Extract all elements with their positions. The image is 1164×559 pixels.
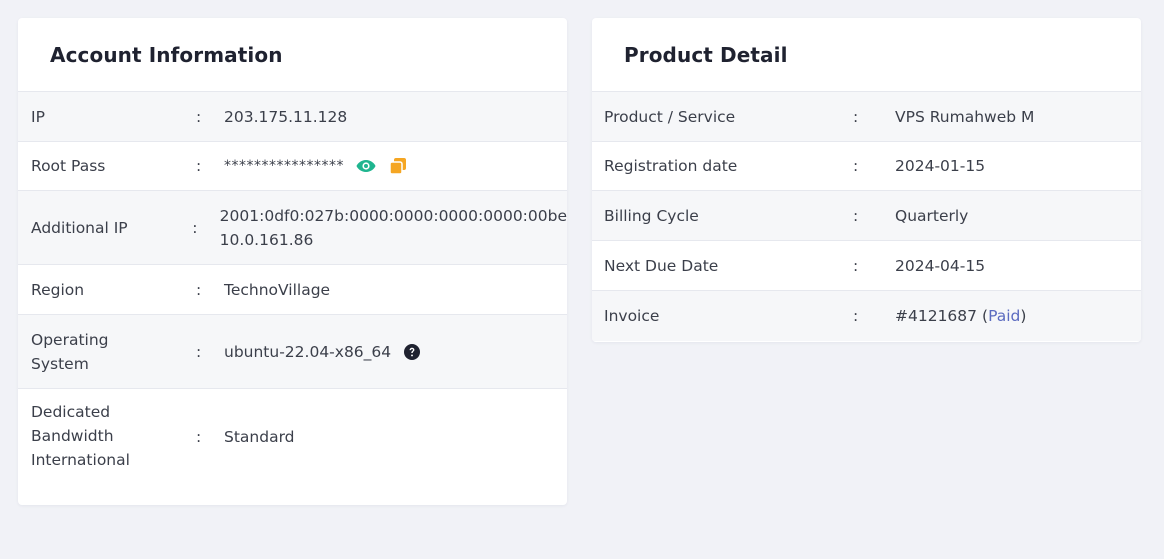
operating-system-label: Operating System [18,328,196,376]
registration-date-row: Registration date : 2024-01-15 [592,142,1141,191]
invoice-status-link[interactable]: Paid [988,304,1020,328]
operating-system-label-line: Operating [31,330,109,349]
separator: : [196,428,202,446]
root-pass-value-group: **************** [224,154,567,178]
billing-cycle-row: Billing Cycle : Quarterly [592,191,1141,241]
product-detail-header: Product Detail [592,18,1141,92]
additional-ip-row: Additional IP : 2001:0df0:027b:0000:0000… [18,191,567,265]
billing-cycle-label: Billing Cycle [604,206,699,225]
operating-system-label-line: System [31,354,89,373]
account-information-card: Account Information IP : 203.175.11.128 … [18,18,567,505]
invoice-row: Invoice : #4121687 ( Paid ) [592,291,1141,341]
separator: : [196,157,202,175]
separator: : [853,206,859,225]
invoice-number: #4121687 [895,307,978,325]
copy-icon[interactable] [389,157,407,175]
product-detail-title: Product Detail [624,42,788,67]
dedicated-bandwidth-row: Dedicated Bandwidth International : Stan… [18,389,567,503]
dedicated-bandwidth-label: Dedicated Bandwidth International [18,400,196,472]
ip-row: IP : 203.175.11.128 [18,92,567,142]
separator: : [196,342,202,361]
separator: : [853,307,859,325]
separator: : [853,157,859,175]
dedicated-bandwidth-label-line: Bandwidth [31,427,114,445]
additional-ip-values: 2001:0df0:027b:0000:0000:0000:0000:00be … [220,204,567,252]
next-due-date-row: Next Due Date : 2024-04-15 [592,241,1141,291]
dedicated-bandwidth-label-line: Dedicated [31,403,111,421]
region-row: Region : TechnoVillage [18,265,567,315]
ip-label: IP [31,107,45,126]
root-pass-row: Root Pass : **************** [18,142,567,191]
account-information-header: Account Information [18,18,567,92]
invoice-label: Invoice [604,307,660,325]
product-service-label: Product / Service [604,107,736,126]
product-service-row: Product / Service : VPS Rumahweb M [592,92,1141,142]
separator: : [196,107,202,126]
region-value: TechnoVillage [224,280,331,299]
invoice-value-group: #4121687 ( Paid ) [895,304,1141,328]
root-pass-label: Root Pass [31,157,106,175]
dedicated-bandwidth-value: Standard [224,428,295,446]
next-due-date-value: 2024-04-15 [895,256,986,275]
product-detail-card: Product Detail Product / Service : VPS R… [592,18,1141,342]
separator: : [853,256,859,275]
invoice-paren-close: ) [1020,307,1027,325]
operating-system-row: Operating System : ubuntu-22.04-x86_64 [18,315,567,389]
separator: : [853,107,859,126]
operating-system-value-group: ubuntu-22.04-x86_64 [224,340,567,364]
operating-system-value: ubuntu-22.04-x86_64 [224,342,392,361]
dedicated-bandwidth-label-line: International [31,451,130,469]
separator: : [192,218,198,237]
billing-cycle-value: Quarterly [895,206,969,225]
region-label: Region [31,280,85,299]
separator: : [196,280,202,299]
eye-icon[interactable] [356,156,376,176]
account-information-title: Account Information [50,42,283,67]
question-circle-icon[interactable] [404,343,421,360]
additional-ipv4-value: 10.0.161.86 [219,230,314,249]
root-pass-masked-value: **************** [224,158,344,174]
registration-date-label: Registration date [604,157,738,175]
registration-date-value: 2024-01-15 [895,157,986,175]
additional-ip-label: Additional IP [31,218,128,237]
next-due-date-label: Next Due Date [604,256,719,275]
ip-value: 203.175.11.128 [224,107,348,126]
product-service-value: VPS Rumahweb M [895,107,1035,126]
additional-ipv6-value: 2001:0df0:027b:0000:0000:0000:0000:00be [219,206,567,225]
